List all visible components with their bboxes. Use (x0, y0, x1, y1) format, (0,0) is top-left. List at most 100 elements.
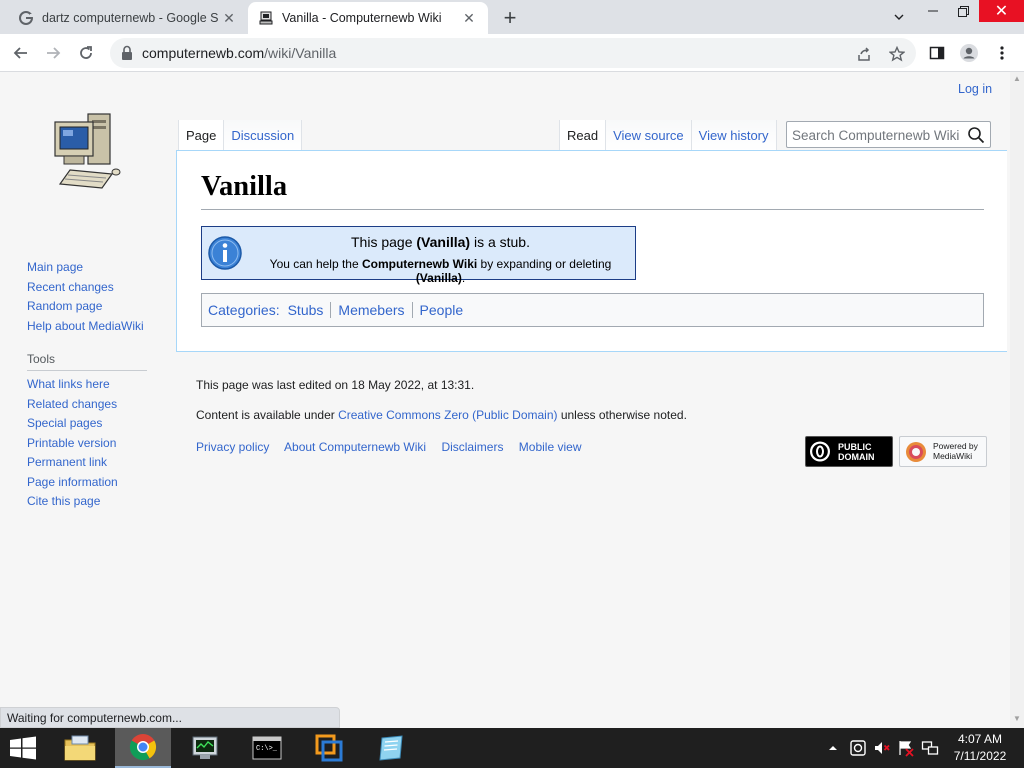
new-tab-button[interactable]: + (497, 5, 523, 31)
powered-by-mediawiki-badge[interactable]: Powered by MediaWiki (899, 436, 987, 467)
start-windows-icon[interactable] (0, 728, 46, 768)
computer-favicon-icon (258, 10, 274, 26)
browser-tab-google[interactable]: dartz computernewb - Google S ✕ (8, 2, 248, 34)
wiki-search-box (786, 121, 991, 148)
browser-tab-vanilla[interactable]: Vanilla - Computernewb Wiki ✕ (248, 2, 488, 34)
search-icon[interactable] (967, 126, 985, 144)
sidebar: Main page Recent changes Random page Hel… (27, 258, 167, 512)
close-tab-icon[interactable]: ✕ (460, 9, 478, 27)
tab-read[interactable]: Read (559, 120, 607, 151)
category-link-memebers[interactable]: Memebers (338, 302, 404, 318)
notepad-app-icon[interactable] (363, 728, 419, 768)
scroll-down-arrow-icon[interactable]: ▼ (1013, 714, 1021, 723)
page-scrollbar[interactable]: ▲ ▼ (1010, 72, 1024, 728)
lock-icon[interactable] (120, 45, 134, 61)
browser-status-bar: Waiting for computernewb.com... (0, 707, 340, 728)
side-panel-icon[interactable] (926, 42, 948, 64)
show-hidden-icons-chevron-icon[interactable] (828, 728, 838, 768)
sidebar-tools-heading: Tools (27, 352, 147, 371)
footer-link-mobile-view[interactable]: Mobile view (519, 440, 582, 454)
sidebar-item-cite-this-page[interactable]: Cite this page (27, 492, 167, 512)
minimize-button[interactable] (918, 0, 948, 22)
tab-title: Vanilla - Computernewb Wiki (282, 11, 442, 25)
address-bar[interactable]: computernewb.com/wiki/Vanilla (110, 38, 916, 68)
main-content: Vanilla This page (Vanilla) is a stub. Y… (176, 150, 1007, 352)
tab-view-history[interactable]: View history (691, 120, 777, 151)
browser-toolbar: computernewb.com/wiki/Vanilla (0, 34, 1024, 72)
divider (330, 302, 332, 318)
footer-link-privacy[interactable]: Privacy policy (196, 440, 269, 454)
display-tray-icon[interactable] (921, 728, 939, 768)
restore-button[interactable] (948, 0, 978, 22)
url-text: computernewb.com/wiki/Vanilla (142, 45, 337, 61)
footer-link-disclaimers[interactable]: Disclaimers (441, 440, 503, 454)
tab-discussion[interactable]: Discussion (224, 120, 303, 151)
stub-notice-line2: You can help the Computernewb Wiki by ex… (269, 257, 612, 285)
vmware-icon[interactable] (301, 728, 357, 768)
sidebar-item-main-page[interactable]: Main page (27, 258, 167, 278)
category-link-people[interactable]: People (420, 302, 464, 318)
google-icon (18, 10, 34, 26)
public-domain-badge-line2: DOMAIN (838, 452, 875, 462)
sidebar-item-what-links-here[interactable]: What links here (27, 375, 167, 395)
web-page: Log in Main page Recent changes Random p… (0, 72, 1024, 728)
site-logo-computer-icon[interactable] (50, 108, 126, 194)
sidebar-item-help[interactable]: Help about MediaWiki (27, 317, 167, 337)
close-window-button[interactable]: ✕ (979, 0, 1024, 22)
tab-title: dartz computernewb - Google S (42, 11, 219, 25)
info-icon (207, 235, 243, 271)
browser-tab-strip: dartz computernewb - Google S ✕ Vanilla … (0, 0, 1024, 34)
tab-search-chevron-icon[interactable] (884, 6, 914, 28)
tab-view-source[interactable]: View source (606, 120, 692, 151)
login-link[interactable]: Log in (958, 82, 992, 96)
file-explorer-icon[interactable] (57, 728, 103, 768)
license-link[interactable]: Creative Commons Zero (Public Domain) (338, 408, 557, 422)
network-tray-icon[interactable] (849, 728, 867, 768)
clock-date: 7/11/2022 (953, 749, 1007, 763)
footer-link-about[interactable]: About Computernewb Wiki (284, 440, 426, 454)
browser-menu-icon[interactable] (991, 42, 1013, 64)
volume-muted-icon[interactable] (873, 728, 891, 768)
mediawiki-badge-line1: Powered by (933, 441, 979, 451)
scroll-up-arrow-icon[interactable]: ▲ (1013, 74, 1021, 83)
categories-label-link[interactable]: Categories: (208, 302, 280, 318)
sidebar-item-permanent-link[interactable]: Permanent link (27, 453, 167, 473)
category-link-stubs[interactable]: Stubs (288, 302, 324, 318)
chrome-taskbar-icon[interactable] (115, 728, 171, 768)
svg-text:C:\>_: C:\>_ (256, 745, 278, 753)
footer-links: Privacy policy About Computernewb Wiki D… (196, 440, 582, 454)
last-edited-text: This page was last edited on 18 May 2022… (196, 378, 475, 392)
profile-avatar-icon[interactable] (958, 42, 980, 64)
sidebar-item-special-pages[interactable]: Special pages (27, 414, 167, 434)
sidebar-item-printable-version[interactable]: Printable version (27, 434, 167, 454)
back-arrow-icon[interactable] (8, 40, 34, 66)
forward-arrow-icon[interactable] (40, 40, 66, 66)
category-links: Categories: Stubs Memebers People (201, 293, 984, 327)
reload-icon[interactable] (73, 40, 99, 66)
sidebar-item-related-changes[interactable]: Related changes (27, 395, 167, 415)
stub-notice: This page (Vanilla) is a stub. You can h… (201, 226, 636, 285)
page-title: Vanilla (201, 171, 288, 202)
license-text: Content is available under Creative Comm… (196, 408, 687, 422)
stub-notice-line1: This page (Vanilla) is a stub. (351, 234, 530, 250)
title-divider (201, 209, 984, 210)
close-tab-icon[interactable]: ✕ (220, 9, 238, 27)
sidebar-item-random-page[interactable]: Random page (27, 297, 167, 317)
action-center-flag-icon[interactable] (897, 728, 915, 768)
wiki-search-input[interactable] (792, 126, 962, 144)
tab-page[interactable]: Page (178, 120, 225, 151)
sidebar-item-recent-changes[interactable]: Recent changes (27, 278, 167, 298)
windows-taskbar: C:\>_ 4:07 AM 7/11/2022 (0, 728, 1024, 768)
view-tabs: Read View source View history (559, 120, 777, 151)
mediawiki-badge-line2: MediaWiki (933, 451, 972, 461)
public-domain-badge[interactable]: PUBLIC DOMAIN (805, 436, 893, 467)
command-prompt-icon[interactable]: C:\>_ (239, 728, 295, 768)
task-manager-icon[interactable] (177, 728, 233, 768)
share-icon[interactable] (853, 43, 875, 65)
clock-time: 4:07 AM (957, 732, 1003, 746)
namespace-tabs: Page Discussion (178, 120, 303, 151)
bookmark-star-icon[interactable] (886, 43, 908, 65)
sidebar-item-page-information[interactable]: Page information (27, 473, 167, 493)
public-domain-badge-line1: PUBLIC (838, 442, 872, 452)
taskbar-clock[interactable]: 4:07 AM 7/11/2022 (940, 731, 1020, 765)
